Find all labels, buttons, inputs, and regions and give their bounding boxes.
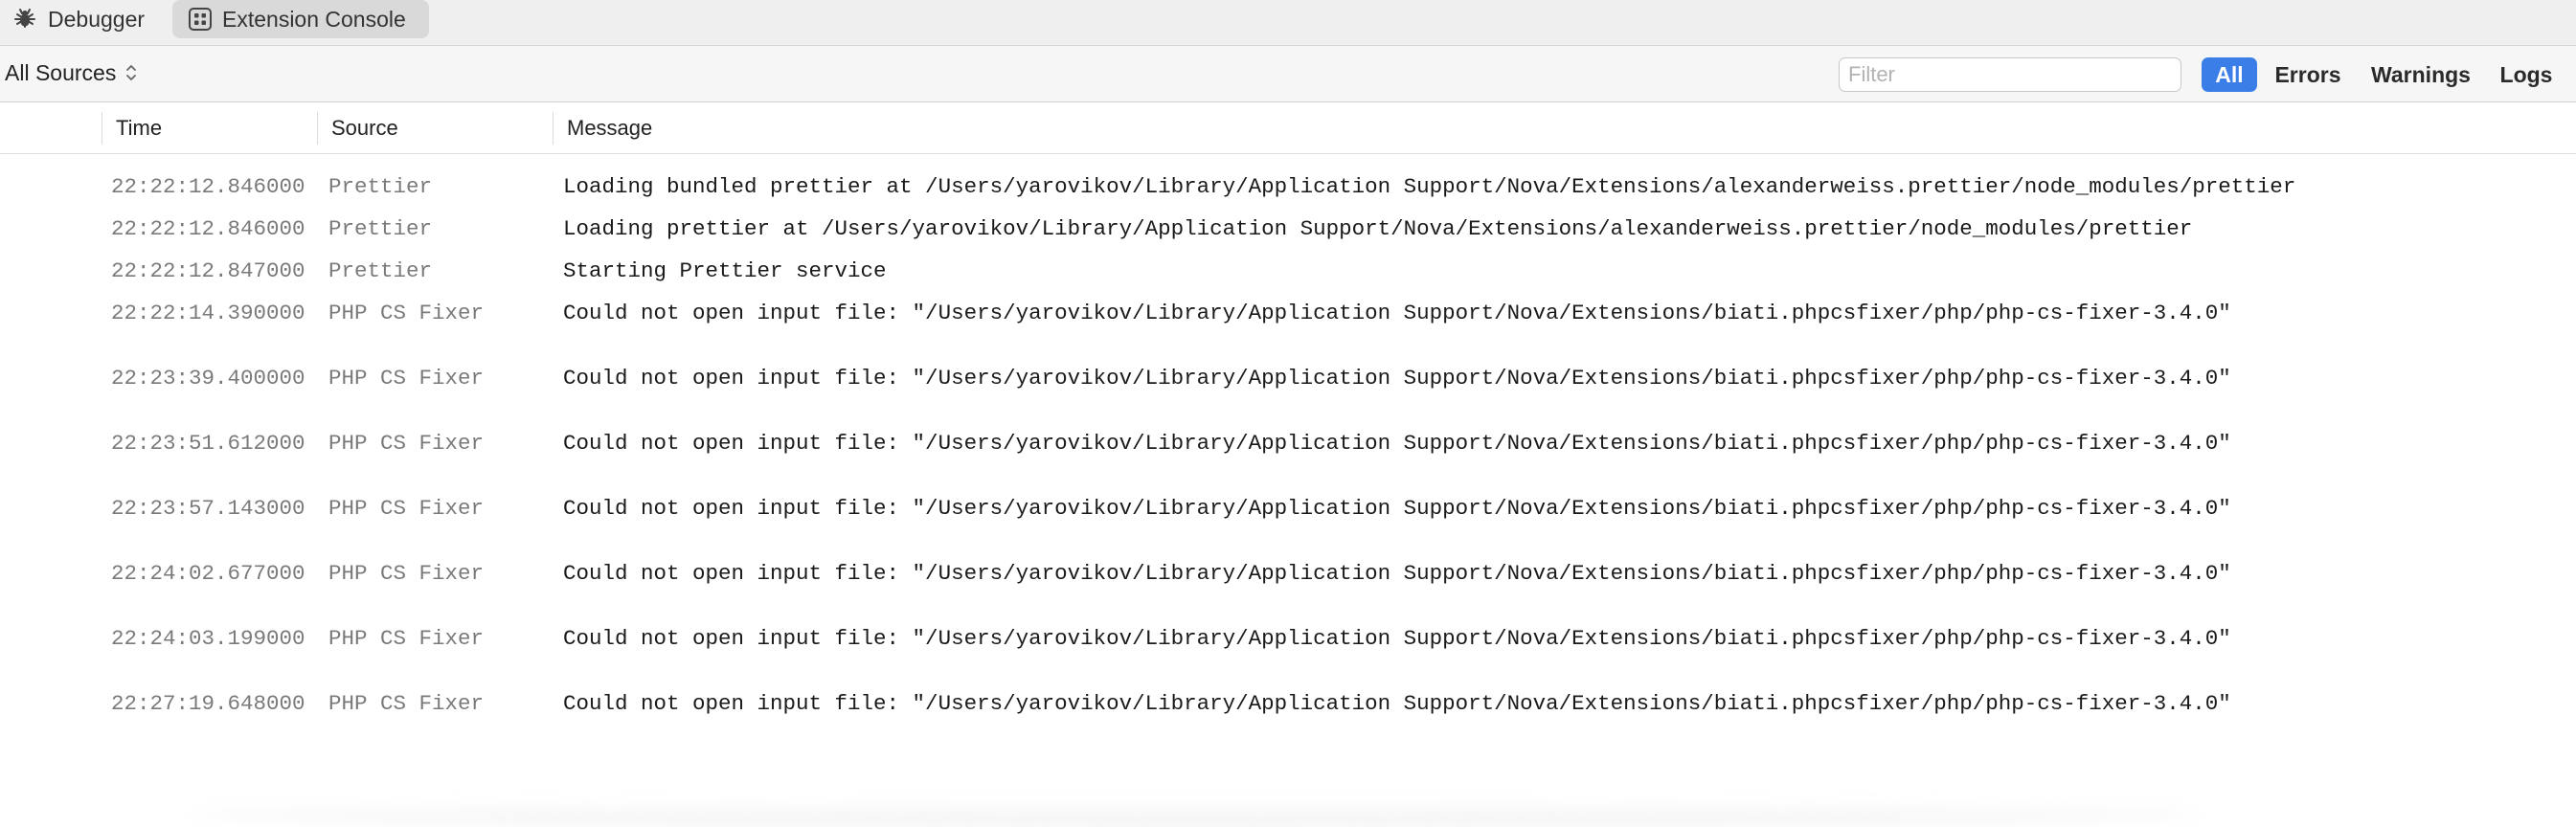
log-message: Starting Prettier service (563, 258, 887, 283)
log-time: 22:22:12.847000 (111, 258, 305, 283)
log-row[interactable]: 22:22:12.847000 Prettier Starting Pretti… (0, 252, 2576, 290)
log-time: 22:23:51.612000 (111, 431, 305, 456)
log-time: 22:23:57.143000 (111, 496, 305, 521)
log-source: PHP CS Fixer (328, 496, 485, 521)
column-divider[interactable] (317, 112, 318, 145)
column-message[interactable]: Message (567, 102, 1141, 154)
log-source: Prettier (328, 174, 433, 199)
log-message: Could not open input file: "/Users/yarov… (563, 691, 2231, 716)
log-row[interactable]: 22:27:19.648000 PHP CS Fixer Could not o… (0, 684, 2576, 723)
bug-icon (14, 9, 35, 28)
log-row[interactable]: 22:22:14.390000 PHP CS Fixer Could not o… (0, 294, 2576, 332)
tab-debugger-label: Debugger (48, 6, 146, 32)
log-source: PHP CS Fixer (328, 431, 485, 456)
column-time[interactable]: Time (116, 102, 317, 154)
log-time: 22:22:12.846000 (111, 216, 305, 241)
log-time: 22:24:02.677000 (111, 561, 305, 586)
log-message: Loading prettier at /Users/yarovikov/Lib… (563, 216, 2193, 241)
log-time: 22:27:19.648000 (111, 691, 305, 716)
log-row[interactable]: 22:23:51.612000 PHP CS Fixer Could not o… (0, 424, 2576, 462)
log-time: 22:22:14.390000 (111, 301, 305, 325)
sources-select[interactable]: All Sources (5, 57, 138, 88)
filter-logs-button[interactable]: Logs (2492, 57, 2561, 92)
tab-bar: Debugger Extension Console (0, 0, 2576, 46)
extension-grid-icon (189, 8, 212, 31)
log-source: Prettier (328, 216, 433, 241)
filter-errors-button[interactable]: Errors (2268, 57, 2348, 92)
filter-input[interactable] (1839, 57, 2181, 92)
log-message: Loading bundled prettier at /Users/yarov… (563, 174, 2296, 199)
log-time: 22:22:12.846000 (111, 174, 305, 199)
column-source[interactable]: Source (331, 102, 552, 154)
log-message: Could not open input file: "/Users/yarov… (563, 431, 2231, 456)
console-toolbar: All Sources All Errors Warnings Logs (0, 46, 2576, 102)
log-source: PHP CS Fixer (328, 626, 485, 651)
log-source: PHP CS Fixer (328, 691, 485, 716)
log-row[interactable]: 22:23:39.400000 PHP CS Fixer Could not o… (0, 359, 2576, 397)
log-message: Could not open input file: "/Users/yarov… (563, 496, 2231, 521)
log-row[interactable]: 22:23:57.143000 PHP CS Fixer Could not o… (0, 489, 2576, 527)
log-time: 22:24:03.199000 (111, 626, 305, 651)
log-message: Could not open input file: "/Users/yarov… (563, 301, 2231, 325)
log-source: PHP CS Fixer (328, 366, 485, 391)
log-message: Could not open input file: "/Users/yarov… (563, 626, 2231, 651)
log-list[interactable]: 22:22:12.846000 Prettier Loading bundled… (0, 154, 2576, 827)
log-source: PHP CS Fixer (328, 301, 485, 325)
log-source: Prettier (328, 258, 433, 283)
log-source: PHP CS Fixer (328, 561, 485, 586)
log-message: Could not open input file: "/Users/yarov… (563, 366, 2231, 391)
log-time: 22:23:39.400000 (111, 366, 305, 391)
tab-extension-console-label: Extension Console (222, 6, 406, 32)
log-row[interactable]: 22:22:12.846000 Prettier Loading bundled… (0, 168, 2576, 206)
sources-select-label: All Sources (5, 59, 117, 85)
filter-all-button[interactable]: All (2202, 57, 2257, 92)
column-divider[interactable] (553, 112, 554, 145)
log-message: Could not open input file: "/Users/yarov… (563, 561, 2231, 586)
log-row[interactable]: 22:24:03.199000 PHP CS Fixer Could not o… (0, 619, 2576, 658)
tab-debugger[interactable]: Debugger (10, 0, 163, 38)
tab-extension-console[interactable]: Extension Console (172, 0, 429, 38)
bottom-fade (192, 802, 2203, 827)
log-row[interactable]: 22:22:12.846000 Prettier Loading prettie… (0, 210, 2576, 248)
updown-chevron-icon (126, 65, 137, 80)
column-header: Time Source Message (0, 102, 2576, 154)
filter-warnings-button[interactable]: Warnings (2361, 57, 2481, 92)
log-row[interactable]: 22:24:02.677000 PHP CS Fixer Could not o… (0, 554, 2576, 592)
